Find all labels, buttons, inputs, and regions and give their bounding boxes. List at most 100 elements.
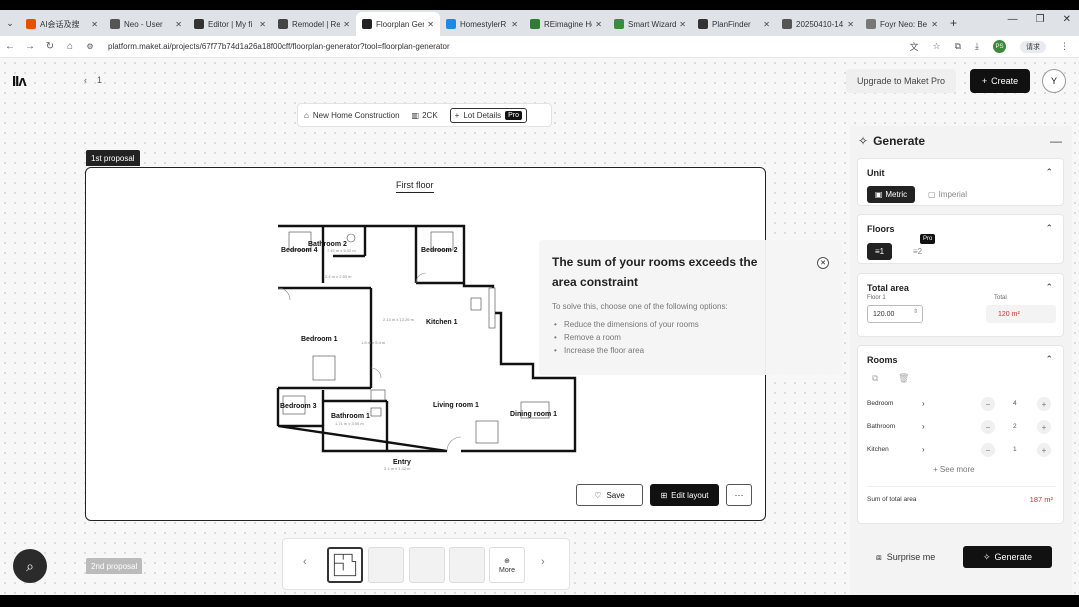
tab-close-icon[interactable]: ✕ bbox=[847, 20, 854, 29]
browser-tab[interactable]: HomestylerR ✕ bbox=[440, 12, 524, 36]
second-proposal-tag[interactable]: 2nd proposal bbox=[86, 558, 143, 574]
tab-close-icon[interactable]: ✕ bbox=[511, 20, 518, 29]
upgrade-button[interactable]: Upgrade to Maket Pro bbox=[846, 69, 956, 93]
room-label-bedroom3[interactable]: Bedroom 3 bbox=[280, 403, 317, 410]
create-button[interactable]: + Create bbox=[970, 69, 1030, 93]
chevron-left-icon[interactable]: ‹ bbox=[84, 75, 87, 85]
chevron-right-icon[interactable]: › bbox=[922, 445, 925, 454]
restore-icon[interactable]: ❐ bbox=[1036, 14, 1045, 25]
ext-pill[interactable]: 请求 bbox=[1020, 40, 1046, 53]
translate-icon[interactable]: 文 bbox=[909, 40, 918, 53]
url-field[interactable]: platform.maket.ai/projects/67f77b74d1a26… bbox=[108, 42, 909, 51]
browser-tab[interactable]: Floorplan Ger ✕ bbox=[356, 12, 440, 36]
browser-tab[interactable]: Neo - User ✕ bbox=[104, 12, 188, 36]
room-label-dining[interactable]: Dining room 1 bbox=[510, 411, 557, 418]
room-label-bedroom1[interactable]: Bedroom 1 bbox=[301, 336, 338, 343]
tab-search-icon[interactable]: ⌄ bbox=[0, 18, 20, 29]
tab-close-icon[interactable]: ✕ bbox=[931, 20, 938, 29]
floor-title[interactable]: First floor bbox=[396, 180, 434, 193]
edit-layout-button[interactable]: ⊞ Edit layout bbox=[650, 484, 719, 506]
collapse-panel-icon[interactable]: — bbox=[1050, 134, 1062, 148]
room-label-bedroom2[interactable]: Bedroom 2 bbox=[421, 247, 458, 254]
chevron-up-icon[interactable]: ⌃ bbox=[1045, 223, 1053, 234]
new-tab-icon[interactable]: + bbox=[950, 16, 957, 30]
chevron-right-icon[interactable]: › bbox=[541, 556, 545, 568]
browser-tab[interactable]: Remodel | Re ✕ bbox=[272, 12, 356, 36]
surprise-me-button[interactable]: ⧈ Surprise me bbox=[876, 546, 964, 568]
browser-tab[interactable]: PlanFinder ✕ bbox=[692, 12, 776, 36]
chevron-right-icon[interactable]: › bbox=[922, 422, 925, 431]
tab-close-icon[interactable]: ✕ bbox=[175, 20, 182, 29]
proposal-thumbnail-2[interactable] bbox=[368, 547, 404, 583]
floors-2-button[interactable]: ≡ 2 bbox=[905, 243, 930, 260]
user-avatar[interactable]: Y bbox=[1042, 69, 1066, 93]
see-more-button[interactable]: + See more bbox=[933, 465, 975, 474]
tab-close-icon[interactable]: ✕ bbox=[763, 20, 770, 29]
minimize-icon[interactable]: — bbox=[1008, 14, 1018, 25]
floors-1-button[interactable]: ≡ 1 bbox=[867, 243, 892, 260]
more-options-button[interactable]: ··· bbox=[726, 484, 752, 506]
profile-avatar[interactable]: PS bbox=[993, 40, 1006, 53]
more-proposals-button[interactable]: ⊕ More bbox=[489, 547, 525, 583]
chevron-left-icon[interactable]: ‹ bbox=[303, 556, 307, 568]
generate-button[interactable]: ✧ Generate bbox=[963, 546, 1052, 568]
unit-metric-button[interactable]: ▣ Metric bbox=[867, 186, 915, 203]
increment-button[interactable]: + bbox=[1037, 443, 1051, 457]
unit-imperial-button[interactable]: ▢ Imperial bbox=[928, 186, 980, 203]
lot-details-button[interactable]: + Lot Details Pro bbox=[449, 107, 528, 123]
room-label-entry[interactable]: Entry bbox=[393, 459, 411, 466]
bookmark-star-icon[interactable]: ☆ bbox=[933, 41, 941, 52]
browser-tab[interactable]: Foyr Neo: Be ✕ bbox=[860, 12, 944, 36]
room-label-kitchen[interactable]: Kitchen 1 bbox=[426, 319, 458, 326]
room-label-bathroom1[interactable]: Bathroom 1 bbox=[331, 413, 370, 420]
home-icon[interactable]: ⌂ bbox=[60, 41, 80, 52]
download-icon[interactable]: ⤓ bbox=[975, 41, 979, 52]
save-button[interactable]: ♡ Save bbox=[576, 484, 643, 506]
stepper-icon[interactable]: ⇕ bbox=[913, 308, 918, 315]
tab-close-icon[interactable]: ✕ bbox=[343, 20, 350, 29]
browser-tab[interactable]: Smart Wizard ✕ bbox=[608, 12, 692, 36]
tab-close-icon[interactable]: ✕ bbox=[427, 20, 434, 29]
tab-close-icon[interactable]: ✕ bbox=[91, 20, 98, 29]
browser-menu-icon[interactable]: ⋮ bbox=[1060, 41, 1069, 52]
close-icon[interactable]: ✕ bbox=[817, 257, 829, 269]
copy-icon[interactable]: ⧉ bbox=[872, 373, 878, 384]
room-label-bedroom4[interactable]: Bedroom 4 bbox=[281, 247, 318, 254]
site-info-icon[interactable]: ⚙ bbox=[80, 42, 100, 51]
close-window-icon[interactable]: ✕ bbox=[1063, 14, 1071, 25]
increment-button[interactable]: + bbox=[1037, 420, 1051, 434]
plus-icon: + bbox=[454, 110, 460, 120]
increment-button[interactable]: + bbox=[1037, 397, 1051, 411]
floor-area-input[interactable]: 120.00 ⇕ bbox=[867, 305, 923, 323]
proposal-thumbnail-3[interactable] bbox=[409, 547, 445, 583]
zoom-search-icon[interactable]: ⌕ bbox=[13, 549, 47, 583]
room-label-living[interactable]: Living room 1 bbox=[433, 402, 479, 409]
decrement-button[interactable]: − bbox=[981, 443, 995, 457]
floorplan-drawing[interactable]: Bedroom 4 Bathroom 2 Bedroom 2 Bedroom 1… bbox=[271, 218, 581, 473]
area-chip[interactable]: ▥ 2CK bbox=[412, 111, 438, 120]
proposal-thumbnail-4[interactable] bbox=[449, 547, 485, 583]
extensions-icon[interactable]: ⧉ bbox=[955, 41, 961, 52]
back-icon[interactable]: ← bbox=[0, 41, 20, 52]
decrement-button[interactable]: − bbox=[981, 397, 995, 411]
maket-logo[interactable]: IIʌ bbox=[12, 73, 27, 90]
browser-tab[interactable]: AI会话及搜 ✕ bbox=[20, 12, 104, 36]
tab-close-icon[interactable]: ✕ bbox=[595, 20, 602, 29]
chevron-up-icon[interactable]: ⌃ bbox=[1045, 167, 1053, 178]
reload-icon[interactable]: ↻ bbox=[40, 41, 60, 52]
decrement-button[interactable]: − bbox=[981, 420, 995, 434]
proposal-thumbnail-1[interactable] bbox=[327, 547, 363, 583]
browser-tab[interactable]: REimagine Ho ✕ bbox=[524, 12, 608, 36]
trash-icon[interactable]: 🗑 bbox=[898, 373, 909, 384]
browser-tab[interactable]: Editor | My fi ✕ bbox=[188, 12, 272, 36]
chevron-up-icon[interactable]: ⌃ bbox=[1045, 282, 1053, 293]
project-type-chip[interactable]: ⌂ New Home Construction bbox=[304, 111, 400, 120]
browser-tab[interactable]: 20250410-14 ✕ bbox=[776, 12, 860, 36]
chevron-up-icon[interactable]: ⌃ bbox=[1045, 354, 1053, 365]
forward-icon[interactable]: → bbox=[20, 41, 40, 52]
tab-label: AI会话及搜 bbox=[40, 19, 80, 29]
chevron-right-icon[interactable]: › bbox=[922, 399, 925, 408]
tab-close-icon[interactable]: ✕ bbox=[679, 20, 686, 29]
tab-close-icon[interactable]: ✕ bbox=[259, 20, 266, 29]
room-label-bathroom2[interactable]: Bathroom 2 bbox=[308, 241, 347, 248]
